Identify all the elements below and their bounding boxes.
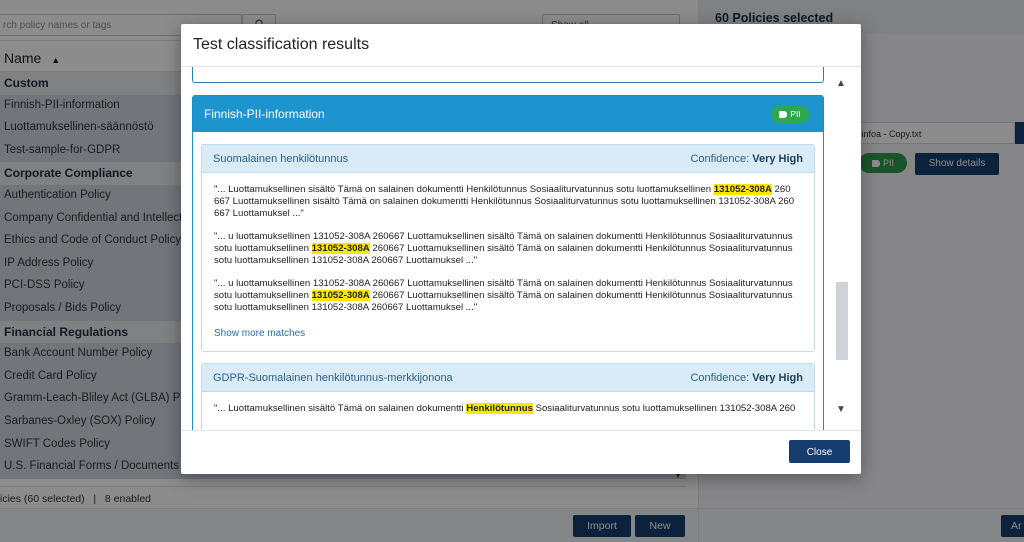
tag-icon: [779, 111, 788, 118]
dialog-title: Test classification results: [193, 36, 370, 53]
show-more-matches-link[interactable]: Show more matches: [202, 328, 814, 339]
policy-header: Finnish-PII-information PII: [193, 96, 823, 132]
rule-header: GDPR-Suomalainen henkilötunnus-merkkijon…: [202, 364, 814, 392]
pii-tag-badge: PII: [771, 106, 809, 123]
highlighted-match: 131052-308A: [311, 243, 370, 254]
rule-name: Suomalainen henkilötunnus: [213, 153, 349, 165]
divider: [181, 430, 861, 431]
confidence-label: Confidence:: [690, 153, 750, 165]
confidence-indicator: Confidence: Very High: [690, 153, 803, 165]
previous-policy-card: [192, 67, 824, 83]
match-snippet: "... u luottamuksellinen 131052-308A 260…: [214, 278, 793, 313]
highlighted-match: 131052-308A: [311, 290, 370, 301]
match-snippet: "... u luottamuksellinen 131052-308A 260…: [214, 231, 793, 266]
rule-result-card: Suomalainen henkilötunnus Confidence: Ve…: [201, 144, 815, 352]
match-snippet: "... Luottamuksellinen sisältö Tämä on s…: [214, 403, 796, 414]
confidence-indicator: Confidence: Very High: [690, 372, 803, 384]
confidence-value: Very High: [752, 372, 803, 384]
match-snippet: "... Luottamuksellinen sisältö Tämä on s…: [214, 184, 795, 219]
dialog-scrollbar[interactable]: ▲ ▼: [833, 77, 849, 417]
scroll-down-icon[interactable]: ▼: [833, 403, 849, 417]
close-button[interactable]: Close: [789, 440, 850, 463]
policy-result-card: Finnish-PII-information PII Suomalainen …: [192, 95, 824, 430]
test-results-dialog: Test classification results Finnish-PII-…: [181, 24, 861, 474]
rule-header: Suomalainen henkilötunnus Confidence: Ve…: [202, 145, 814, 173]
highlighted-match: 131052-308A: [713, 184, 772, 195]
confidence-value: Very High: [752, 153, 803, 165]
rule-result-card: GDPR-Suomalainen henkilötunnus-merkkijon…: [201, 363, 815, 430]
scroll-up-icon[interactable]: ▲: [833, 77, 849, 91]
dialog-body[interactable]: Finnish-PII-information PII Suomalainen …: [181, 67, 861, 430]
rule-name: GDPR-Suomalainen henkilötunnus-merkkijon…: [213, 372, 453, 384]
scrollbar-thumb[interactable]: [836, 282, 848, 360]
pii-tag-label: PII: [790, 109, 801, 119]
highlighted-match: Henkilötunnus: [466, 403, 533, 414]
policy-name: Finnish-PII-information: [204, 107, 325, 121]
confidence-label: Confidence:: [690, 372, 750, 384]
